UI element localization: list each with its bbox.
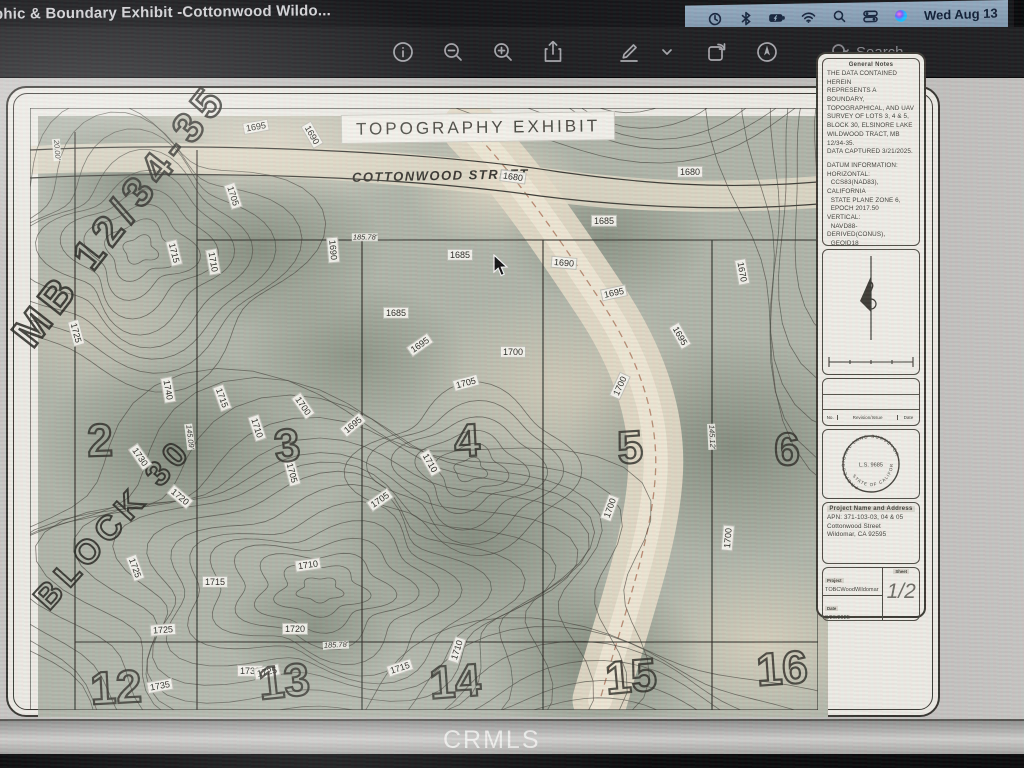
- photographed-screen: phic & Boundary Exhibit -Cottonwood Wild…: [0, 0, 1024, 768]
- zoom-in-button[interactable]: [490, 39, 516, 65]
- share-button[interactable]: [540, 39, 566, 65]
- revision-date-header: Date: [903, 415, 914, 421]
- zoom-out-button[interactable]: [440, 39, 466, 65]
- north-arrow: [860, 256, 877, 340]
- spotlight-search-icon[interactable]: [831, 8, 847, 24]
- screen-corner-bezel: [1014, 0, 1024, 27]
- timer-icon[interactable]: [707, 10, 723, 26]
- surveyor-seal-box: PROFESSIONAL LAND SURVEYOR STATE OF CALI…: [822, 429, 920, 499]
- project-address-box: Project Name and Address APN: 371-103-03…: [822, 502, 920, 564]
- surveyor-seal: PROFESSIONAL LAND SURVEYOR STATE OF CALI…: [839, 432, 900, 493]
- north-arrow-box: [822, 249, 920, 375]
- sheet-number-field: Sheet 1/2: [883, 568, 919, 620]
- revision-table: No. Revision/Issue Date: [822, 378, 920, 426]
- window-bottom-strip: CRMLS: [0, 719, 1024, 754]
- window-title: phic & Boundary Exhibit -Cottonwood Wild…: [0, 2, 332, 23]
- menubar-clock[interactable]: Wed Aug 13: [924, 6, 998, 24]
- project-field-value: TOBCWoodWildomar: [825, 587, 879, 593]
- general-notes-box: General Notes THE DATA CONTAINED HEREIN …: [822, 58, 920, 246]
- wifi-icon[interactable]: [800, 9, 816, 25]
- date-field-label: Date: [825, 605, 839, 611]
- project-address-header: Project Name and Address: [827, 506, 915, 512]
- info-button[interactable]: [390, 39, 416, 65]
- control-center-icon[interactable]: [862, 8, 878, 24]
- revision-issue-header: Revision/Issue: [838, 415, 898, 421]
- svg-text:L.S. 9685: L.S. 9685: [859, 463, 883, 469]
- project-field-label: Project: [825, 578, 844, 583]
- scale-bar: [828, 357, 914, 367]
- date-field: Date 3/26/2025: [823, 596, 882, 621]
- aerial-terrain-image: [38, 116, 828, 717]
- datum-information-text: DATUM INFORMATION: HORIZONTAL: CCS83(NAD…: [827, 161, 901, 246]
- battery-icon[interactable]: [769, 9, 786, 25]
- screen-bottom-bezel: [0, 754, 1024, 768]
- survey-sheet: [6, 86, 940, 717]
- crmls-watermark: CRMLS: [443, 726, 541, 754]
- window-titlebar: phic & Boundary Exhibit -Cottonwood Wild…: [0, 0, 1024, 33]
- revision-row: [823, 379, 919, 395]
- sheet-inner-border: [13, 93, 933, 717]
- revision-table-header: No. Revision/Issue Date: [823, 410, 919, 425]
- general-notes-header: General Notes: [848, 62, 894, 68]
- markup-pencil-button[interactable]: [616, 39, 642, 65]
- rotate-button[interactable]: [704, 39, 730, 65]
- sheet-field-label: Sheet: [893, 569, 910, 574]
- title-block: General Notes THE DATA CONTAINED HEREIN …: [816, 52, 926, 621]
- project-field: Project TOBCWoodWildomar: [823, 568, 883, 596]
- sheet-fields-box: Project TOBCWoodWildomar Date 3/26/2025 …: [822, 567, 920, 621]
- project-address-text: APN: 371-103-03, 04 & 05 Cottonwood Stre…: [827, 514, 904, 539]
- annotate-compass-button[interactable]: [754, 39, 780, 65]
- general-notes-text: THE DATA CONTAINED HEREIN REPRESENTS A B…: [827, 70, 914, 156]
- revision-row: [823, 395, 919, 411]
- siri-icon[interactable]: [893, 7, 909, 23]
- sheet-number-value: 1/2: [886, 580, 916, 603]
- markup-options-chevron-icon[interactable]: [654, 39, 680, 65]
- revision-no-header: No.: [823, 415, 839, 421]
- date-field-value: 3/26/2025: [825, 614, 850, 621]
- mouse-cursor: [493, 254, 509, 277]
- bluetooth-icon[interactable]: [738, 10, 754, 26]
